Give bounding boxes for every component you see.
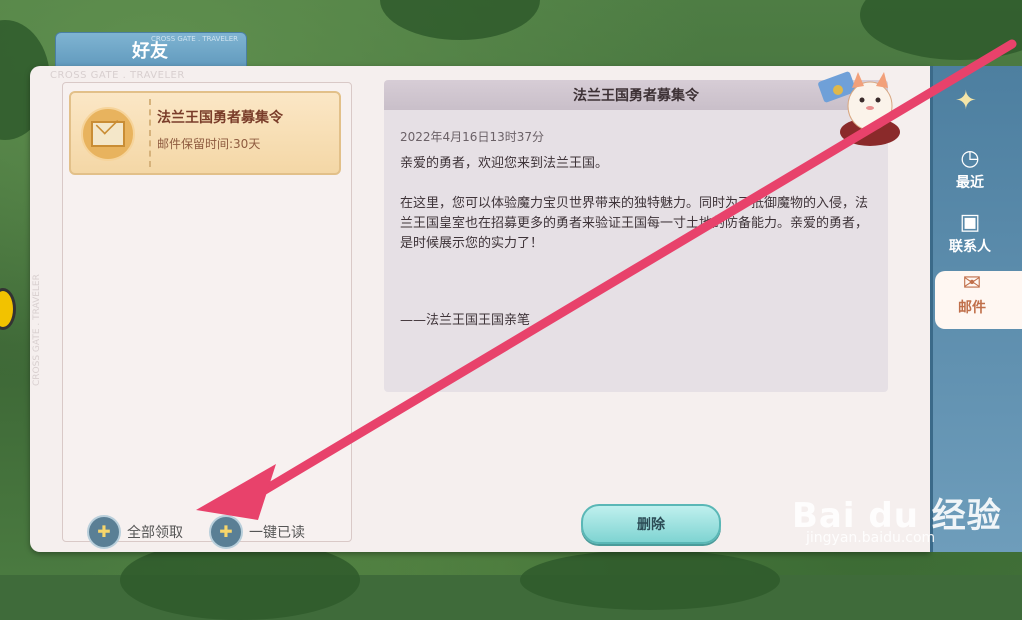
panel-vertical-brand: CROSS GATE . TRAVELER [32, 274, 42, 386]
mail-detail-header: 法兰王国勇者募集令 [384, 80, 888, 110]
gift-icon: ✚ [87, 515, 121, 549]
sidebar-item-mail[interactable]: ✉ 邮件 [935, 271, 1022, 329]
mail-date: 2022年4月16日13时37分 [400, 130, 544, 144]
title-subtext: CROSS GATE . TRAVELER [150, 35, 238, 43]
gift-icon: ✚ [209, 515, 243, 549]
read-all-label: 一键已读 [249, 525, 305, 541]
sidebar-item-label: 联系人 [949, 239, 991, 255]
mail-list: 法兰王国勇者募集令 邮件保留时间:30天 ✚ 全部领取 ✚ 一键已读 [62, 82, 352, 549]
sidebar-item-label: 邮件 [958, 300, 986, 316]
delete-button[interactable]: 删除 [581, 504, 721, 544]
lucky-cat-icon [818, 71, 900, 146]
watermark: Bai du 经验 jingyan.baidu.com [792, 488, 1002, 546]
panel-brand: CROSS GATE . TRAVELER [50, 70, 185, 81]
mail-signature: ——法兰王国王国亲笔 [400, 313, 531, 328]
envelope-icon [81, 107, 135, 161]
mail-body: 在这里，您可以体验魔力宝贝世界带来的独特魅力。同时为了抵御魔物的入侵，法兰王国皇… [400, 196, 869, 251]
sidebar-item-label: 最近 [956, 175, 984, 191]
read-all-button[interactable]: ✚ 一键已读 [209, 515, 305, 549]
claim-all-button[interactable]: ✚ 全部领取 [87, 515, 183, 549]
mail-item-keep-time: 邮件保留时间:30天 [157, 137, 261, 151]
claim-all-label: 全部领取 [127, 525, 183, 541]
mail-icon: ✉ [962, 271, 982, 296]
clock-icon: ◷ [960, 146, 980, 171]
sidebar: ✦ ◷ 最近 ▣ 联系人 ✉ 邮件 [930, 66, 1022, 552]
mail-text: 亲爱的勇者，欢迎您来到法兰王国。 在这里，您可以体验魔力宝贝世界带来的独特魅力。… [400, 154, 870, 254]
mail-item-title: 法兰王国勇者募集令 [157, 110, 283, 126]
watermark-url: jingyan.baidu.com [806, 530, 936, 546]
sidebar-item-contacts[interactable]: ▣ 联系人 [933, 210, 1022, 270]
mail-detail-body: 2022年4月16日13时37分 亲爱的勇者，欢迎您来到法兰王国。 在这里，您可… [384, 110, 888, 392]
mail-list-item[interactable]: 法兰王国勇者募集令 邮件保留时间:30天 [69, 91, 341, 175]
mail-greeting: 亲爱的勇者，欢迎您来到法兰王国。 [400, 156, 609, 171]
sidebar-item-recent[interactable]: ◷ 最近 [933, 146, 1022, 206]
mail-panel: CROSS GATE . TRAVELER CROSS GATE . TRAVE… [30, 66, 930, 552]
contact-icon: ▣ [959, 210, 981, 235]
mail-detail-title: 法兰王国勇者募集令 [573, 88, 699, 104]
star-icon: ✦ [955, 86, 977, 116]
